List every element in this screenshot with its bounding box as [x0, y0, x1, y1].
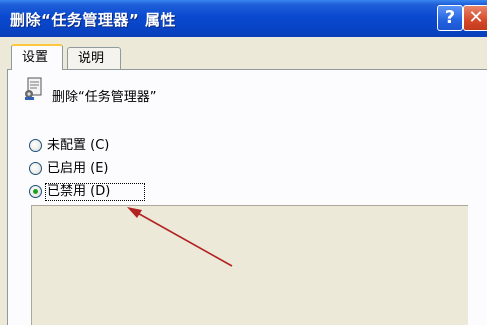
question-icon: ? [444, 7, 456, 28]
radio-label: 已禁用 (D) [47, 184, 111, 199]
help-button[interactable]: ? [437, 5, 463, 31]
tab-settings[interactable]: 设置 [11, 44, 63, 70]
title-bar[interactable]: 删除“任务管理器” 属性 ? ✕ [0, 0, 487, 37]
close-icon: ✕ [468, 7, 484, 28]
radio-label: 已启用 (E) [47, 161, 109, 176]
window-title: 删除“任务管理器” 属性 [10, 11, 176, 29]
comment-area [31, 205, 468, 325]
policy-title: 删除“任务管理器” [52, 90, 157, 105]
radio-button[interactable] [29, 162, 42, 175]
tab-explain[interactable]: 说明 [67, 47, 121, 69]
close-button[interactable]: ✕ [463, 5, 487, 31]
radio-button-selected[interactable] [29, 185, 42, 198]
radio-selected-dot [33, 189, 38, 194]
radio-label: 未配置 (C) [47, 138, 110, 153]
radio-button[interactable] [29, 139, 42, 152]
policy-setting-icon [25, 77, 42, 100]
properties-dialog: 删除“任务管理器” 属性 ? ✕ 设置 说明 删除“任务管理器” 未配置 (C)… [0, 0, 487, 325]
